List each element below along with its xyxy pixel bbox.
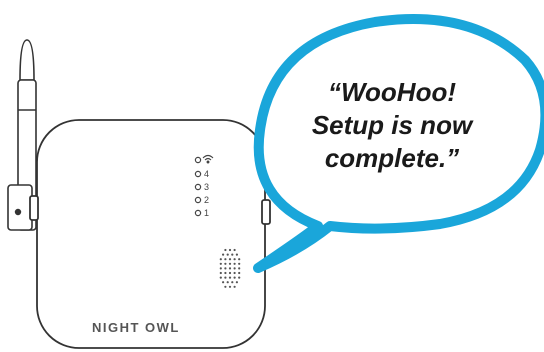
speaker-hole [224,271,227,275]
speaker-hole [224,258,227,261]
speaker-hole [222,281,225,284]
speaker-hole [233,271,236,275]
speaker-hole [228,248,232,252]
speaker-hole [233,248,236,252]
speaker-hole [219,258,222,261]
speaker-hole [231,253,234,256]
speaker-hole [224,262,227,265]
speaker-hole [219,267,222,270]
speaker-hole [235,253,238,256]
speaker-hole [224,276,227,279]
speaker-hole [226,253,229,256]
bubble-line-1: “WooHoo! [327,77,457,107]
speaker-hole [235,281,238,284]
indicator-label-3: 3 [204,182,210,192]
speaker-hole [228,267,232,270]
speaker-hole [238,258,241,261]
indicator-label-1: 1 [204,208,210,218]
indicator-label-4: 4 [204,169,210,179]
speaker-hole [228,258,232,261]
speaker-hole [233,285,236,288]
speaker-hole [228,276,232,279]
speaker-hole [219,262,222,265]
bubble-line-3: complete.” [324,143,460,173]
speaker-hole [219,276,222,279]
speaker-hole [222,253,225,256]
hub-body [29,119,271,349]
speaker-hole [224,267,227,270]
indicator-label-2: 2 [204,195,210,205]
brand-logo: NIGHT OWL [92,320,180,335]
speaker-hole [226,281,229,284]
speaker-hole [238,276,241,279]
bubble-line-2: Setup is now [311,110,473,140]
speaker-hole [224,285,227,288]
speaker-hole [233,262,236,265]
speaker-hole [224,248,227,252]
speech-bubble-text: “WooHoo! Setup is now complete.” [292,76,492,175]
speaker-hole [238,271,241,275]
speaker-hole [233,267,236,270]
speaker-hole [228,285,232,288]
speaker-hole [233,276,236,279]
speaker-hole [219,271,222,275]
device-illustration [7,14,544,349]
speaker-hole [231,281,234,284]
speaker-hole [228,271,232,275]
speaker-hole [228,262,232,265]
speaker-hole [238,267,241,270]
speaker-hole [238,262,241,265]
speaker-hole [233,258,236,261]
